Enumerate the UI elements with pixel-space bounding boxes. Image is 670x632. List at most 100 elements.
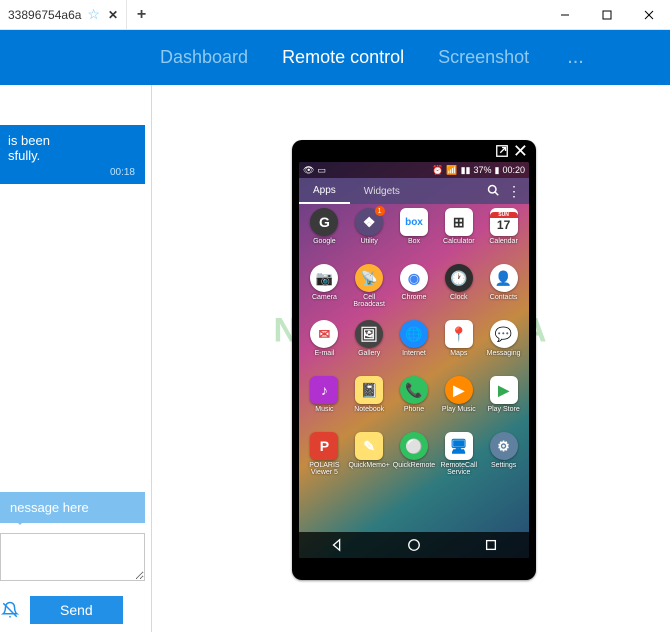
clock-time: 00:20 [502,165,525,175]
app-icon: 📡 [355,264,383,292]
battery-icon: ▮ [495,165,500,176]
app-polaris-viewer-5[interactable]: PPOLARIS Viewer 5 [303,432,346,486]
app-label: Music [315,406,333,413]
app-label: Phone [404,406,424,413]
app-calculator[interactable]: ⊞ Calculator [437,208,480,262]
app-gallery[interactable]: 🖼 Gallery [348,320,391,374]
drawer-tab-apps[interactable]: Apps [299,178,350,204]
app-notebook[interactable]: 📓 Notebook [348,376,391,430]
app-play-music[interactable]: ▶Play Music [437,376,480,430]
app-cell-broadcast[interactable]: 📡Cell Broadcast [348,264,391,318]
app-icon: ◉ [400,264,428,292]
cast-icon: ▭ [317,165,326,176]
app-label: Internet [402,350,426,357]
app-icon: ♪ [310,376,338,404]
app-label: Calendar [489,238,517,245]
app-label: Camera [312,294,337,301]
browser-tab[interactable]: 33896754a6a ☆ ✕ [0,0,126,29]
app-label: Notebook [354,406,384,413]
app-label: Google [313,238,336,245]
tab-remote-control[interactable]: Remote control [282,47,404,68]
drawer-tab-widgets[interactable]: Widgets [350,178,414,204]
app-label: QuickRemote [393,462,435,469]
apps-grid: G Google ❖Utility1boxBox ⊞ Calculator SUN17 Ca… [299,204,529,490]
app-icon: 📍 [445,320,473,348]
search-icon[interactable] [479,184,507,199]
overflow-icon[interactable]: ⋮ [507,183,529,200]
app-icon: 📞 [400,376,428,404]
app-chrome[interactable]: ◉Chrome [393,264,436,318]
phone-popup-controls: ✕ [495,144,528,158]
app-remotecall-service[interactable]: 🖥RemoteCall Service [437,432,480,486]
app-icon: 🖥 [445,432,473,460]
app-music[interactable]: ♪ Music [303,376,346,430]
app-label: POLARIS Viewer 5 [303,462,346,477]
app-utility[interactable]: ❖Utility1 [348,208,391,262]
app-icon: 👤 [490,264,518,292]
maximize-button[interactable] [586,0,628,30]
nav-recent[interactable] [483,537,499,553]
app-icon: ⊞ [445,208,473,236]
tab-screenshot[interactable]: Screenshot [438,47,529,68]
app-icon: ⚪ [400,432,428,460]
app-icon: 💬 [490,320,518,348]
app-label: Play Store [487,406,519,413]
signal-icon: ▮▮ [461,165,471,176]
nav-home[interactable] [406,537,422,553]
app-quickremote[interactable]: ⚪ QuickRemote [393,432,436,486]
tab-dashboard[interactable]: Dashboard [160,47,248,68]
app-icon: SUN17 [490,208,518,236]
app-internet[interactable]: 🌐 Internet [393,320,436,374]
app-icon: 📓 [355,376,383,404]
app-icon: 🌐 [400,320,428,348]
app-icon: G [310,208,338,236]
app-icon: ▶ [490,376,518,404]
app-phone[interactable]: 📞 Phone [393,376,436,430]
phone-frame: ✕ 👁 ▭ ⏰ 📶 ▮▮ 37% ▮ 00:20 [292,140,536,580]
app-e-mail[interactable]: ✉ E-mail [303,320,346,374]
popout-icon[interactable] [495,144,509,158]
app-google[interactable]: G Google [303,208,346,262]
app-clock[interactable]: 🕐Clock [437,264,480,318]
app-settings[interactable]: ⚙Settings [482,432,525,486]
app-label: Clock [450,294,468,301]
app-icon: ✉ [310,320,338,348]
notification-badge: 1 [375,206,385,216]
app-play-store[interactable]: ▶ Play Store [482,376,525,430]
main-layout: is been sfully. 00:18 nessage here Send … [0,85,670,632]
app-quickmemo-[interactable]: ✎ QuickMemo+ [348,432,391,486]
app-label: Settings [491,462,516,469]
new-tab-button[interactable]: + [126,0,156,29]
app-label: E-mail [314,350,334,357]
minimize-button[interactable] [544,0,586,30]
sidebar-bottom: nessage here Send [0,492,145,632]
tab-close-icon[interactable]: ✕ [108,8,118,22]
phone-screen: 👁 ▭ ⏰ 📶 ▮▮ 37% ▮ 00:20 Apps Widge [299,162,529,558]
chat-text-1: is been [8,133,50,148]
app-icon: 🖼 [355,320,383,348]
send-button[interactable]: Send [30,596,123,624]
app-maps[interactable]: 📍 Maps [437,320,480,374]
app-icon: box [400,208,428,236]
app-messaging[interactable]: 💬Messaging [482,320,525,374]
more-menu[interactable]: ... [567,46,584,69]
close-button[interactable] [628,0,670,30]
app-camera[interactable]: 📷Camera [303,264,346,318]
app-calendar[interactable]: SUN17 Calendar [482,208,525,262]
chat-text-2: sfully. [8,148,40,163]
close-icon[interactable]: ✕ [513,144,528,158]
tab-title: 33896754a6a [8,8,81,22]
star-icon[interactable]: ☆ [87,6,100,23]
nav-back[interactable] [329,537,345,553]
app-icon: ✎ [355,432,383,460]
app-label: Gallery [358,350,380,357]
app-contacts[interactable]: 👤Contacts [482,264,525,318]
message-input[interactable] [0,533,145,581]
app-label: Maps [450,350,467,357]
wifi-icon: 📶 [446,165,457,176]
app-label: Calculator [443,238,475,245]
bell-icon[interactable] [0,601,20,619]
app-label: Play Music [442,406,476,413]
app-box[interactable]: boxBox [393,208,436,262]
app-label: QuickMemo+ [348,462,389,469]
